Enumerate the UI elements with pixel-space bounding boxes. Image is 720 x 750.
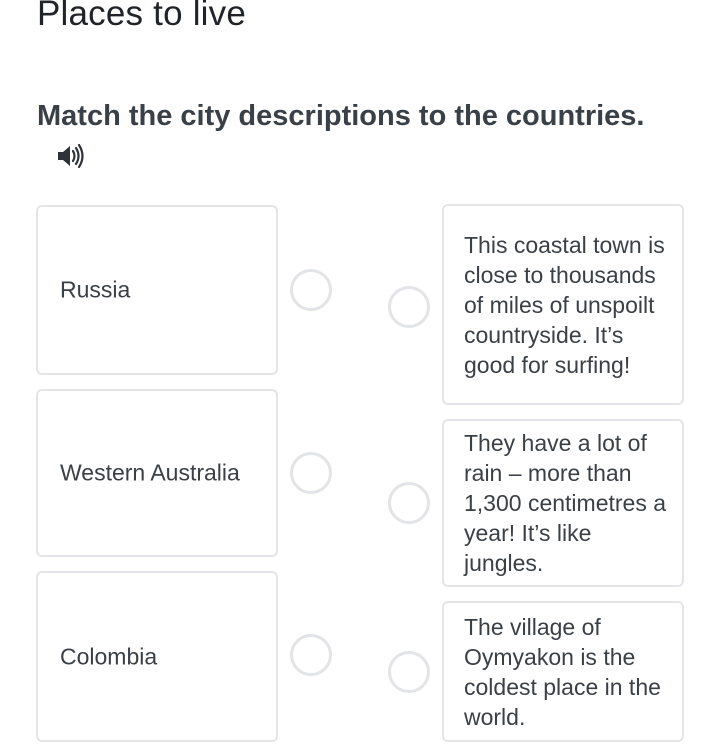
right-card-text: This coastal town is close to thousands …	[464, 231, 665, 378]
match-exercise-page: Places to live Match the city descriptio…	[0, 0, 720, 750]
left-card-russia[interactable]: Russia	[36, 205, 278, 375]
right-card-text: They have a lot of rain – more than 1,30…	[464, 430, 667, 576]
right-card-text: The village of Oymyakon is the coldest p…	[464, 613, 661, 730]
left-card-western-australia[interactable]: Western Australia	[36, 389, 278, 557]
left-card-label: Russia	[60, 276, 131, 303]
right-card-rain[interactable]: They have a lot of rain – more than 1,30…	[442, 419, 684, 587]
right-match-dot-3[interactable]	[388, 651, 430, 693]
right-match-dot-2[interactable]	[388, 482, 430, 524]
right-match-dot-1[interactable]	[388, 286, 430, 328]
left-card-label: Colombia	[60, 643, 158, 669]
left-card-colombia[interactable]: Colombia	[36, 571, 278, 742]
right-card-oymyakon[interactable]: The village of Oymyakon is the coldest p…	[442, 601, 684, 742]
speaker-icon[interactable]	[56, 142, 88, 170]
left-card-label: Western Australia	[60, 459, 240, 486]
page-title: Places to live	[37, 0, 247, 33]
left-match-dot-2[interactable]	[290, 452, 332, 494]
left-match-dot-3[interactable]	[290, 634, 332, 676]
exercise-instruction: Match the city descriptions to the count…	[37, 100, 645, 132]
right-card-coastal-town[interactable]: This coastal town is close to thousands …	[442, 204, 684, 405]
left-match-dot-1[interactable]	[290, 269, 332, 311]
